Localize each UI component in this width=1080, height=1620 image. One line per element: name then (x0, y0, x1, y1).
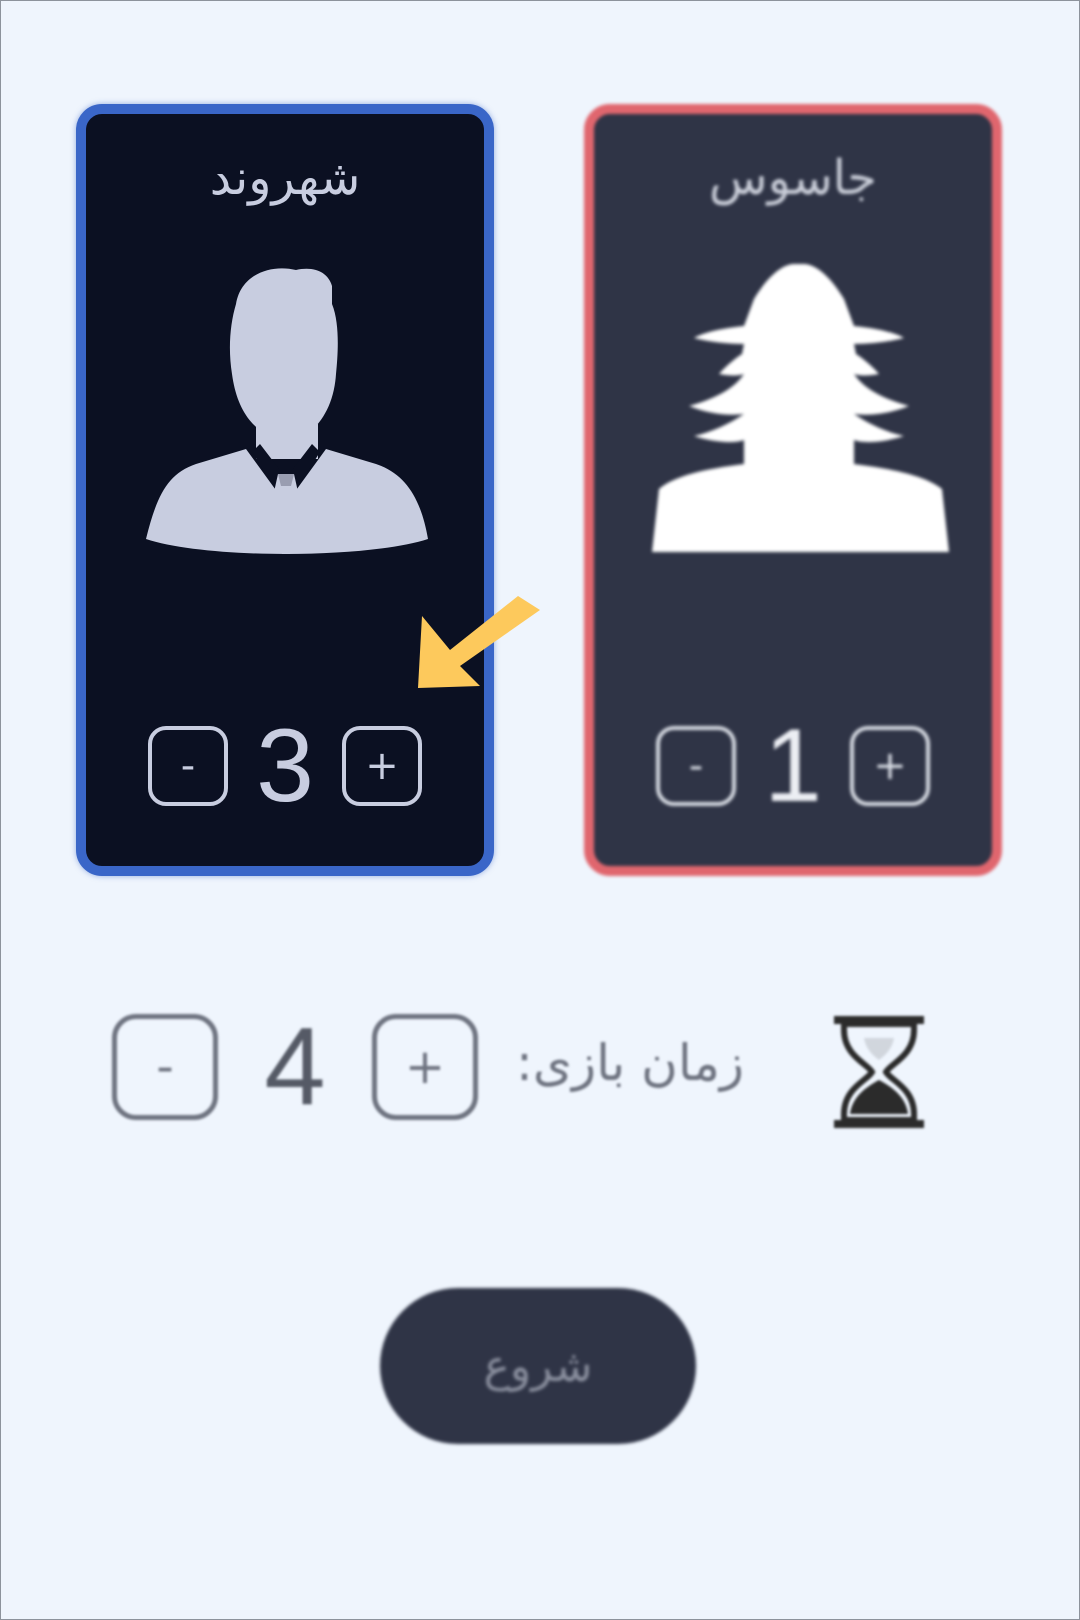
spy-minus-button[interactable]: - (656, 726, 736, 806)
game-time-row: - 4 + زمان بازی: (0, 1005, 1080, 1128)
citizen-title: شهروند (209, 150, 361, 206)
citizen-stepper: - 3 + (86, 714, 484, 818)
citizen-card[interactable]: شهروند - 3 + (76, 104, 494, 876)
time-plus-button[interactable]: + (372, 1014, 478, 1120)
spy-stepper: - 1 + (594, 714, 992, 818)
spy-plus-button[interactable]: + (850, 726, 930, 806)
start-button[interactable]: شروع (380, 1288, 696, 1444)
hourglass-icon (834, 1016, 924, 1128)
citizen-minus-button[interactable]: - (148, 726, 228, 806)
citizen-plus-button[interactable]: + (342, 726, 422, 806)
time-value: 4 (264, 1005, 326, 1128)
spy-avatar-icon (652, 264, 949, 552)
time-label: زمان بازی: (515, 1034, 745, 1092)
time-minus-button[interactable]: - (112, 1014, 218, 1120)
citizen-count: 3 (256, 708, 314, 824)
spy-card[interactable]: جاسوس - 1 + (584, 104, 1002, 876)
spy-title: جاسوس (709, 150, 877, 206)
arrow-hint-icon (418, 596, 540, 688)
citizen-avatar-icon (146, 268, 428, 554)
spy-count: 1 (764, 708, 822, 824)
